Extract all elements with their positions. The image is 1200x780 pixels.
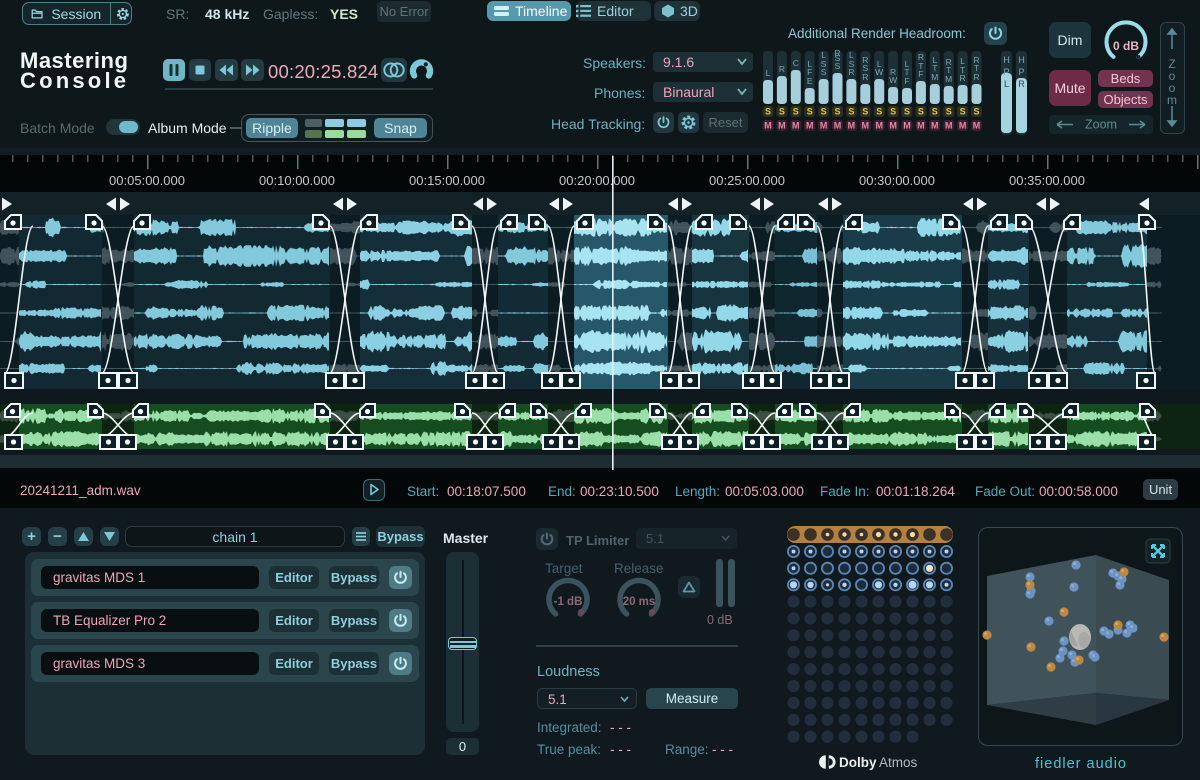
svg-text:M: M xyxy=(945,121,953,131)
svg-text:L: L xyxy=(1004,79,1009,89)
svg-text:M: M xyxy=(931,121,939,131)
svg-text:W: W xyxy=(875,67,883,77)
svg-text:00:30:00.000: 00:30:00.000 xyxy=(859,173,935,188)
svg-text:H: H xyxy=(1003,55,1010,65)
svg-text:20 ms: 20 ms xyxy=(623,596,656,608)
svg-text:M: M xyxy=(820,121,828,131)
svg-text:Atmos: Atmos xyxy=(879,755,918,770)
svg-text:-1 dB: -1 dB xyxy=(554,596,583,608)
svg-text:S: S xyxy=(932,107,938,117)
svg-text:m: m xyxy=(1167,93,1177,107)
svg-text:00:35:00.000: 00:35:00.000 xyxy=(1009,173,1085,188)
svg-text:00:25:00.000: 00:25:00.000 xyxy=(709,173,785,188)
svg-text:R: R xyxy=(1018,79,1025,89)
svg-text:M: M xyxy=(903,121,911,131)
svg-text:M: M xyxy=(848,121,856,131)
svg-text:R: R xyxy=(862,72,868,82)
svg-text:S: S xyxy=(862,107,868,117)
svg-text:S: S xyxy=(807,107,813,117)
svg-text:S: S xyxy=(946,107,952,117)
svg-text:00:10:00.000: 00:10:00.000 xyxy=(259,173,335,188)
svg-text:M: M xyxy=(931,72,938,82)
svg-text:M: M xyxy=(764,121,772,131)
svg-text:S: S xyxy=(765,107,771,117)
svg-text:00:20:00.000: 00:20:00.000 xyxy=(559,173,635,188)
svg-text:S: S xyxy=(779,107,785,117)
svg-text:E: E xyxy=(807,76,813,86)
svg-text:F: F xyxy=(904,76,909,86)
svg-text:W: W xyxy=(889,75,897,85)
svg-text:Dolby: Dolby xyxy=(839,755,877,770)
svg-text:00:15:00.000: 00:15:00.000 xyxy=(409,173,485,188)
svg-text:M: M xyxy=(778,121,786,131)
svg-text:M: M xyxy=(792,121,800,131)
svg-text:S: S xyxy=(835,61,841,71)
svg-text:M: M xyxy=(973,121,981,131)
svg-text:S: S xyxy=(973,107,979,117)
svg-text:L: L xyxy=(766,68,771,78)
svg-text:S: S xyxy=(960,107,966,117)
svg-text:S: S xyxy=(821,67,827,77)
svg-text:S: S xyxy=(793,107,799,117)
svg-text:M: M xyxy=(862,121,870,131)
svg-text:R: R xyxy=(960,73,966,83)
svg-text:M: M xyxy=(917,121,925,131)
svg-text:S: S xyxy=(848,107,854,117)
svg-text:00:05:00.000: 00:05:00.000 xyxy=(109,173,185,188)
svg-text:S: S xyxy=(834,107,840,117)
svg-text:S: S xyxy=(890,107,896,117)
svg-text:S: S xyxy=(821,107,827,117)
svg-text:S: S xyxy=(904,107,910,117)
svg-text:M: M xyxy=(834,121,842,131)
svg-text:0 dB: 0 dB xyxy=(1113,39,1139,53)
svg-text:R: R xyxy=(779,64,785,74)
svg-text:P: P xyxy=(1003,67,1009,77)
svg-text:R: R xyxy=(848,67,854,77)
svg-text:F: F xyxy=(918,69,923,79)
svg-text:M: M xyxy=(889,121,897,131)
svg-text:C: C xyxy=(793,58,799,68)
svg-text:M: M xyxy=(875,121,883,131)
svg-text:S: S xyxy=(876,107,882,117)
svg-text:P: P xyxy=(1018,67,1024,77)
svg-text:H: H xyxy=(1018,55,1025,65)
svg-text:R: R xyxy=(973,72,979,82)
svg-text:M: M xyxy=(959,121,967,131)
svg-text:S: S xyxy=(918,107,924,117)
svg-text:M: M xyxy=(945,74,952,84)
svg-text:M: M xyxy=(806,121,814,131)
svg-text:Zoom: Zoom xyxy=(1085,118,1117,132)
